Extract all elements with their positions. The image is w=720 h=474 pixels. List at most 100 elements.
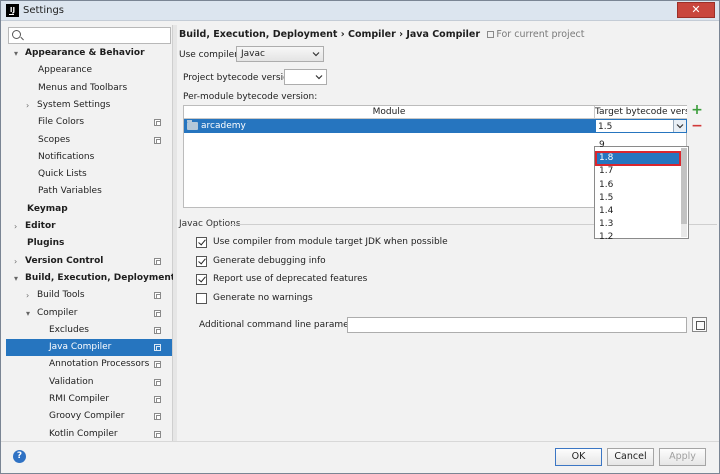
sidebar-item-label: File Colors: [38, 117, 85, 128]
project-scope-icon: [154, 326, 161, 334]
sidebar-item-validation[interactable]: Validation: [6, 374, 172, 391]
sidebar-item-system-settings[interactable]: › System Settings: [6, 97, 172, 114]
chevron-right-icon[interactable]: ›: [26, 97, 29, 114]
ok-button[interactable]: OK: [555, 448, 602, 466]
project-scope-icon: [487, 31, 495, 38]
remove-module-button[interactable]: −: [691, 119, 703, 133]
checkbox-label: Use compiler from module target JDK when…: [213, 237, 448, 247]
dropdown-option[interactable]: 1.6: [596, 179, 680, 192]
sidebar-item-menus-and-toolbars[interactable]: Menus and Toolbars: [6, 80, 172, 97]
help-icon[interactable]: ?: [13, 450, 26, 463]
dropdown-option[interactable]: 1.5: [596, 192, 680, 205]
project-scope-icon: [154, 119, 161, 127]
sidebar-item-build-execution-deployment[interactable]: ▾ Build, Execution, Deployment: [6, 270, 176, 287]
search-input[interactable]: [25, 29, 165, 42]
breadcrumb-path: Build, Execution, Deployment › Compiler …: [179, 29, 481, 40]
use-compiler-value: Javac: [241, 49, 265, 59]
column-header-target[interactable]: Target bytecode version: [595, 106, 687, 119]
sidebar-item-notifications[interactable]: Notifications: [6, 149, 172, 166]
chevron-down-icon[interactable]: ▾: [14, 45, 18, 62]
checkbox-label: Generate debugging info: [213, 255, 326, 266]
sidebar-item-label: Java Compiler: [49, 342, 112, 353]
sidebar-item-compiler[interactable]: ▾ Compiler: [6, 305, 172, 322]
additional-params-input[interactable]: [347, 317, 687, 333]
sidebar-item-label: Appearance & Behavior: [25, 48, 145, 58]
table-row[interactable]: arcademy: [184, 119, 595, 133]
checkbox[interactable]: [196, 293, 207, 305]
project-scope-icon: [154, 413, 161, 421]
chevron-down-icon: [312, 52, 320, 57]
scope-note: For current project: [487, 29, 585, 40]
sidebar-item-groovy-compiler[interactable]: Groovy Compiler: [6, 408, 172, 425]
checkbox[interactable]: [196, 255, 207, 267]
cancel-button[interactable]: Cancel: [607, 448, 654, 466]
project-scope-icon: [154, 378, 161, 386]
dropdown-option[interactable]: 1.4: [596, 205, 680, 218]
scope-note-text: For current project: [496, 29, 585, 40]
sidebar-item-label: Plugins: [27, 238, 65, 249]
use-compiler-select[interactable]: Javac: [236, 46, 324, 62]
sidebar-item-quick-lists[interactable]: Quick Lists: [6, 166, 172, 183]
sidebar-item-build-tools[interactable]: › Build Tools: [6, 287, 172, 304]
sidebar-item-annotation-processors[interactable]: Annotation Processors: [6, 356, 172, 373]
scrollbar-thumb[interactable]: [681, 148, 687, 224]
search-icon: [12, 30, 21, 39]
sidebar-item-label: Build Tools: [37, 290, 85, 301]
chevron-right-icon[interactable]: ›: [14, 218, 17, 235]
dropdown-option[interactable]: 1.2: [596, 231, 680, 244]
dropdown-option[interactable]: 1.8: [595, 151, 681, 167]
sidebar-item-version-control[interactable]: › Version Control: [6, 253, 172, 270]
project-scope-icon: [154, 257, 161, 265]
chevron-right-icon[interactable]: ›: [26, 287, 29, 304]
checkbox-label: Generate no warnings: [213, 293, 313, 304]
project-bytecode-select[interactable]: [284, 69, 327, 85]
sidebar-item-appearance[interactable]: Appearance: [6, 62, 172, 79]
chevron-down-icon[interactable]: ▾: [14, 270, 18, 287]
checkbox[interactable]: [196, 274, 207, 286]
project-scope-icon: [154, 309, 161, 317]
apply-button[interactable]: Apply: [659, 448, 706, 466]
sidebar-item-scopes[interactable]: Scopes: [6, 132, 172, 149]
search-box[interactable]: [8, 27, 171, 44]
sidebar-item-label: Excludes: [49, 324, 89, 335]
sidebar-item-java-compiler[interactable]: Java Compiler: [6, 339, 172, 357]
use-compiler-label: Use compiler:: [179, 50, 241, 60]
dropdown-button[interactable]: [673, 120, 686, 132]
sidebar-item-path-variables[interactable]: Path Variables: [6, 183, 172, 200]
sidebar-item-file-colors[interactable]: File Colors: [6, 114, 172, 131]
sidebar-item-excludes[interactable]: Excludes: [6, 322, 172, 339]
sidebar-item-appearance-behavior[interactable]: ▾ Appearance & Behavior: [6, 45, 172, 62]
dropdown-option[interactable]: 1.7: [596, 165, 680, 178]
dialog-footer: ? OK Cancel Apply: [1, 441, 719, 473]
sidebar-item-editor[interactable]: › Editor: [6, 218, 172, 235]
target-bytecode-select[interactable]: 1.5: [595, 119, 687, 133]
project-scope-icon: [154, 396, 161, 403]
project-scope-icon: [154, 136, 161, 144]
sidebar-item-rmi-compiler[interactable]: RMI Compiler: [6, 391, 172, 408]
checkbox-label: Report use of deprecated features: [213, 274, 368, 285]
dropdown-option[interactable]: 1.3: [596, 218, 680, 231]
dropdown-option[interactable]: 9: [596, 139, 680, 152]
add-module-button[interactable]: +: [691, 103, 703, 117]
sidebar-scrollbar[interactable]: [173, 25, 177, 441]
intellij-logo-icon: IJ: [6, 4, 19, 17]
sidebar-item-plugins[interactable]: Plugins: [6, 235, 172, 252]
module-name: arcademy: [201, 121, 246, 131]
project-scope-icon: [154, 430, 161, 438]
column-header-module[interactable]: Module: [184, 106, 595, 119]
sidebar-item-label: Compiler: [37, 307, 78, 318]
per-module-label: Per-module bytecode version:: [183, 92, 318, 102]
chevron-down-icon[interactable]: ▾: [26, 305, 30, 322]
close-button[interactable]: ✕: [677, 2, 715, 18]
target-bytecode-value: 1.5: [598, 122, 613, 132]
sidebar-item-label: Build, Execution, Deployment: [25, 272, 176, 283]
sidebar-item-label: Appearance: [38, 65, 93, 76]
settings-window: IJ Settings ✕ ▾ Appearance & Behavior Appe…: [0, 0, 720, 474]
expand-editor-button[interactable]: [692, 317, 707, 332]
project-scope-icon: [154, 344, 161, 352]
sidebar-item-label: Notifications: [38, 151, 95, 162]
sidebar-item-keymap[interactable]: Keymap: [6, 201, 172, 218]
dropdown-scrollbar[interactable]: [681, 148, 687, 237]
chevron-right-icon[interactable]: ›: [14, 253, 17, 270]
checkbox[interactable]: [196, 237, 207, 248]
